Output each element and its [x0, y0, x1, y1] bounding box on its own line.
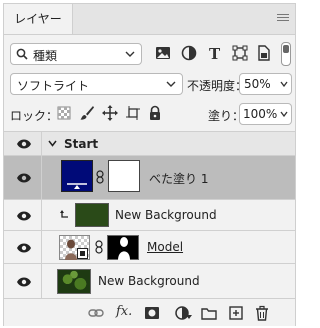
type-filter-icon[interactable]: T [206, 44, 224, 62]
blend-mode-value: ソフトライト [17, 79, 90, 93]
panel-tab-bar: レイヤー [4, 4, 295, 35]
new-layer-icon[interactable] [228, 305, 244, 321]
visibility-eye-icon[interactable] [16, 172, 32, 184]
lock-artboard-icon[interactable] [125, 105, 141, 121]
link-icon[interactable] [94, 240, 104, 254]
layer-row-smart-object[interactable]: Model [4, 231, 295, 264]
layer-row-group[interactable]: Start [4, 132, 295, 156]
visibility-eye-icon[interactable] [16, 210, 32, 222]
layer-thumbnail [57, 269, 91, 294]
chevron-down-icon [280, 111, 288, 117]
fill-dropdown-button[interactable] [277, 103, 292, 125]
fx-icon[interactable]: fx. [116, 304, 132, 319]
link-layers-icon[interactable] [88, 305, 104, 321]
clipping-arrow-icon [60, 210, 68, 218]
smart-object-filter-icon[interactable] [254, 44, 272, 62]
add-mask-icon[interactable] [144, 305, 160, 321]
shape-filter-icon[interactable] [231, 44, 249, 62]
layer-name: New Background [98, 274, 200, 288]
layer-row-clipped[interactable]: New Background [4, 200, 295, 231]
lock-transparent-pixels-icon[interactable] [56, 105, 72, 121]
visibility-eye-icon[interactable] [16, 242, 32, 254]
layers-panel: レイヤー 種類 T ソフトライト 不透明度： 50% ロック： 塗り： 100% [3, 3, 296, 326]
lock-position-icon[interactable] [102, 105, 118, 121]
opacity-dropdown-button[interactable] [277, 73, 292, 95]
tab-layers[interactable]: レイヤー [4, 4, 73, 34]
layer-name: New Background [115, 208, 217, 222]
layers-bottom-toolbar: fx. [4, 298, 295, 326]
fill-color-thumbnail [61, 160, 93, 192]
link-icon[interactable] [95, 170, 105, 184]
opacity-label: 不透明度： [187, 79, 248, 93]
filter-kind-label: 種類 [33, 49, 58, 63]
visibility-eye-icon[interactable] [16, 276, 32, 288]
filter-kind-select[interactable]: 種類 [10, 43, 142, 65]
new-group-icon[interactable] [201, 305, 217, 321]
visibility-eye-icon[interactable] [16, 138, 32, 150]
layer-thumbnail [75, 203, 109, 227]
layer-name: べた塗り 1 [149, 172, 209, 186]
adjustment-filter-icon[interactable] [180, 44, 198, 62]
chevron-down-icon [280, 81, 288, 87]
layers-list: Start べた塗り 1 New Background Model New Ba… [4, 131, 295, 299]
search-icon [16, 48, 28, 60]
panel-menu-icon[interactable] [277, 14, 289, 24]
chevron-down-icon [166, 81, 176, 87]
layer-row-fill[interactable]: べた塗り 1 [4, 156, 295, 200]
delete-icon[interactable] [254, 305, 270, 321]
layer-mask-thumbnail[interactable] [108, 160, 140, 192]
chevron-down-icon [125, 51, 135, 57]
chevron-down-icon[interactable] [48, 140, 57, 147]
blend-mode-select[interactable]: ソフトライト [10, 73, 183, 95]
lock-all-icon[interactable] [147, 105, 163, 121]
layer-name: Start [64, 137, 99, 151]
mask-silhouette-icon [118, 237, 130, 260]
svg-text:T: T [209, 45, 221, 62]
smart-object-thumbnail [59, 235, 90, 260]
image-filter-icon[interactable] [154, 44, 172, 62]
smart-object-badge-icon [77, 248, 88, 259]
layer-row-image[interactable]: New Background [4, 264, 295, 299]
filter-toggle-switch[interactable] [281, 42, 291, 66]
layer-mask-thumbnail[interactable] [107, 235, 139, 260]
layer-name: Model [147, 240, 184, 254]
lock-label: ロック： [10, 109, 59, 123]
slider-icon [67, 183, 87, 189]
opacity-input[interactable]: 50% [239, 73, 278, 95]
chevron-down-icon [186, 315, 192, 319]
lock-image-pixels-icon[interactable] [79, 105, 95, 121]
fill-input[interactable]: 100% [239, 103, 278, 125]
